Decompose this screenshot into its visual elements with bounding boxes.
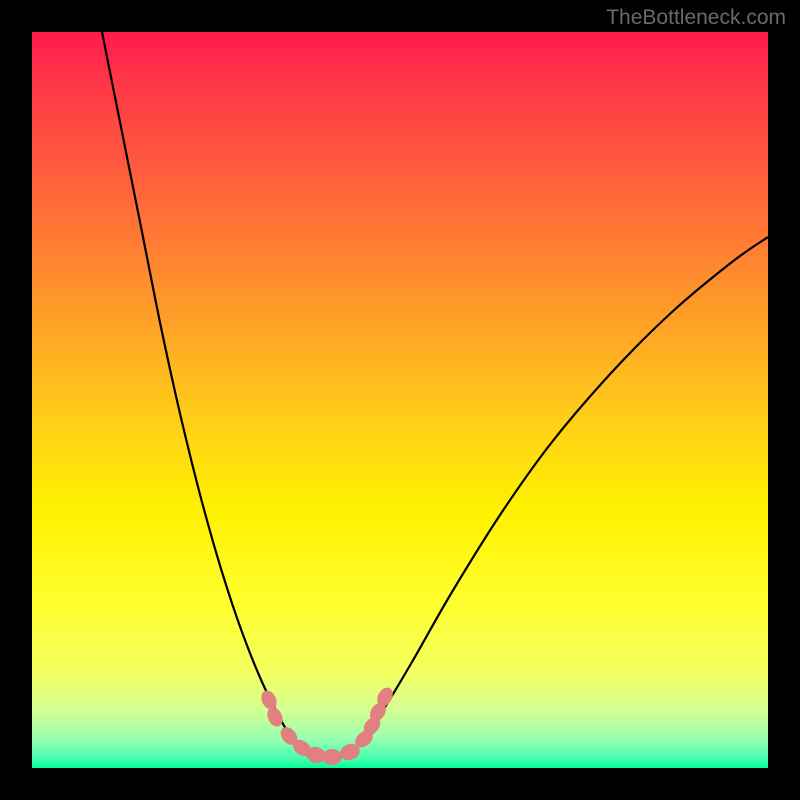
chart-marker [258,688,279,712]
chart-marker [264,705,285,729]
chart-marker [322,749,342,765]
chart-markers [258,685,395,765]
watermark-text: TheBottleneck.com [606,6,786,30]
chart-curve [102,32,768,759]
chart-plot-area [32,32,768,768]
chart-svg [32,32,768,768]
